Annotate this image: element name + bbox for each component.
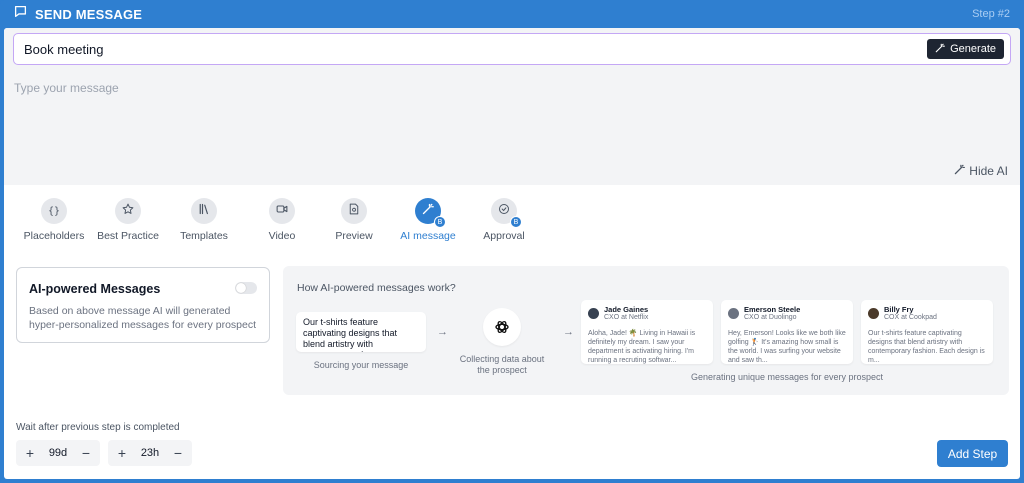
ai-powered-card: AI-powered Messages Based on above messa… bbox=[16, 267, 270, 343]
prospect-role: CXO at Duolingo bbox=[744, 314, 797, 321]
decrement-days-button[interactable]: − bbox=[78, 445, 94, 461]
increment-hours-button[interactable]: + bbox=[114, 445, 130, 461]
source-caption: Sourcing your message bbox=[313, 360, 409, 370]
magic-wand-icon bbox=[935, 43, 946, 56]
library-icon bbox=[198, 202, 210, 220]
prospect-message: Our t-shirts feature captivating designs… bbox=[868, 330, 985, 364]
window-header: SEND MESSAGE Step #2 bbox=[0, 0, 1024, 28]
window-title: SEND MESSAGE bbox=[35, 6, 143, 22]
tool-preview[interactable]: Preview bbox=[314, 198, 394, 242]
prospect-card: Jade Gaines CXO at Netflix Aloha, Jade! … bbox=[581, 300, 713, 364]
add-step-button[interactable]: Add Step bbox=[937, 440, 1008, 467]
avatar bbox=[728, 308, 739, 319]
wait-label: Wait after previous step is completed bbox=[16, 422, 180, 433]
avatar bbox=[588, 308, 599, 319]
avatar bbox=[868, 308, 879, 319]
tool-label: Best Practice bbox=[97, 230, 159, 242]
prospect-name: Emerson Steele bbox=[744, 305, 801, 314]
arrow-right-icon: → bbox=[563, 326, 574, 338]
tool-templates[interactable]: Templates bbox=[164, 198, 244, 242]
generate-label: Generate bbox=[950, 43, 996, 55]
prospect-card: Emerson Steele CXO at Duolingo Hey, Emer… bbox=[721, 300, 853, 364]
star-icon bbox=[122, 202, 134, 220]
message-editor: Book meeting Generate Type your message … bbox=[4, 28, 1020, 185]
hide-ai-label: Hide AI bbox=[969, 164, 1008, 178]
openai-logo-icon bbox=[483, 308, 521, 346]
how-it-works-panel: How AI-powered messages work? Our t-shir… bbox=[283, 266, 1009, 395]
collect-caption: Collecting data about the prospect bbox=[459, 354, 545, 375]
subject-input[interactable]: Book meeting Generate bbox=[13, 33, 1011, 65]
generate-button[interactable]: Generate bbox=[927, 39, 1004, 59]
message-panel: Book meeting Generate Type your message … bbox=[4, 28, 1020, 479]
prospect-name: Jade Gaines bbox=[604, 305, 649, 314]
source-message-card: Our t-shirts feature captivating designs… bbox=[296, 312, 426, 352]
tool-ai-message[interactable]: B AI message bbox=[388, 198, 468, 242]
prospect-role: COX at Cookpad bbox=[884, 314, 937, 321]
days-value[interactable]: 99d bbox=[49, 447, 67, 459]
step-indicator: Step #2 bbox=[972, 8, 1010, 20]
increment-days-button[interactable]: + bbox=[22, 445, 38, 461]
tool-label: Preview bbox=[335, 230, 373, 242]
video-icon bbox=[276, 202, 288, 220]
tool-label: Templates bbox=[180, 230, 228, 242]
ai-card-title: AI-powered Messages bbox=[29, 282, 161, 296]
hours-stepper: + 23h − bbox=[108, 440, 192, 466]
hours-value[interactable]: 23h bbox=[141, 447, 159, 459]
days-stepper: + 99d − bbox=[16, 440, 100, 466]
tool-label: Placeholders bbox=[23, 230, 85, 242]
beta-badge: B bbox=[434, 216, 446, 228]
prospect-message: Hey, Emerson! Looks like we both like go… bbox=[728, 330, 846, 364]
tool-video[interactable]: Video bbox=[242, 198, 322, 242]
prospect-card: Billy Fry COX at Cookpad Our t-shirts fe… bbox=[861, 300, 993, 364]
chat-icon bbox=[14, 5, 27, 23]
how-title: How AI-powered messages work? bbox=[297, 282, 456, 294]
tool-best-practice[interactable]: Best Practice bbox=[88, 198, 168, 242]
beta-badge: B bbox=[510, 216, 522, 228]
prospect-name: Billy Fry bbox=[884, 305, 914, 314]
magic-wand-icon bbox=[422, 202, 434, 220]
message-toolbar: {} Placeholders Best Practice Templates bbox=[4, 198, 1020, 248]
prospect-message: Aloha, Jade! 🌴 Living in Hawaii is defin… bbox=[588, 330, 696, 364]
check-circle-icon bbox=[498, 202, 510, 220]
subject-value: Book meeting bbox=[24, 41, 104, 57]
tool-label: AI message bbox=[400, 230, 456, 242]
arrow-right-icon: → bbox=[437, 326, 448, 338]
tool-approval[interactable]: B Approval bbox=[464, 198, 544, 242]
tool-placeholders[interactable]: {} Placeholders bbox=[14, 198, 94, 242]
hide-ai-button[interactable]: Hide AI bbox=[954, 164, 1008, 178]
prospect-role: CXO at Netflix bbox=[604, 314, 649, 321]
magic-wand-icon bbox=[954, 164, 966, 178]
document-search-icon bbox=[348, 202, 360, 220]
tool-label: Video bbox=[268, 230, 296, 242]
generate-caption: Generating unique messages for every pro… bbox=[690, 372, 884, 382]
send-message-window: SEND MESSAGE Step #2 Book meeting Genera… bbox=[0, 0, 1024, 483]
tool-label: Approval bbox=[483, 230, 525, 242]
ai-card-description: Based on above message AI will generated… bbox=[29, 305, 257, 331]
message-input[interactable]: Type your message bbox=[14, 81, 119, 95]
ai-toggle[interactable] bbox=[235, 282, 257, 294]
braces-icon: {} bbox=[47, 205, 61, 217]
decrement-hours-button[interactable]: − bbox=[170, 445, 186, 461]
